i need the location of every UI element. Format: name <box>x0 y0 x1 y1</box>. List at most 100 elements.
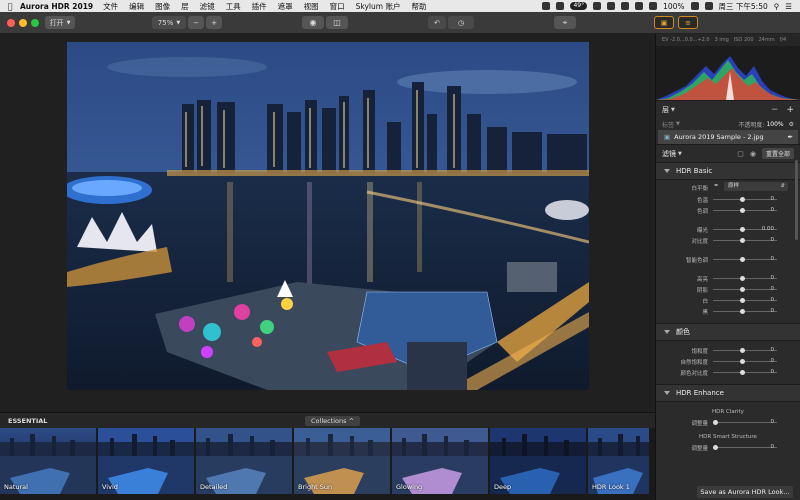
menu-view[interactable]: 视图 <box>304 1 319 12</box>
hdr-photo[interactable] <box>67 42 589 390</box>
layers-title[interactable]: 层 <box>662 105 669 115</box>
slider-track[interactable] <box>713 278 777 279</box>
crop-button[interactable]: ⌖ <box>554 16 576 29</box>
slider-track[interactable] <box>713 300 777 301</box>
collections-button[interactable]: Collections ^ <box>305 416 361 426</box>
image-canvas[interactable] <box>0 34 655 412</box>
undo-button[interactable]: ↶ <box>428 16 446 29</box>
slider-knob[interactable] <box>740 208 745 213</box>
menu-tools[interactable]: 工具 <box>226 1 241 12</box>
bookmark-icon[interactable]: ▢ <box>737 150 744 158</box>
chevron-down-icon[interactable]: ▼ <box>676 121 680 127</box>
slider-track[interactable] <box>713 259 777 260</box>
slider-track[interactable] <box>713 361 777 362</box>
slider-highlights[interactable]: 高亮 0 <box>656 273 800 284</box>
slider-exposure[interactable]: 曝光 0.00 <box>656 224 800 235</box>
slider-track[interactable] <box>713 210 777 211</box>
status-icon[interactable] <box>593 2 602 10</box>
menu-mask[interactable]: 遮罩 <box>278 1 293 12</box>
minimize-window-button[interactable] <box>19 19 27 27</box>
close-window-button[interactable] <box>7 19 15 27</box>
slider-knob[interactable] <box>740 309 745 314</box>
section-color[interactable]: 颜色 <box>656 323 800 341</box>
menu-file[interactable]: 文件 <box>103 1 118 12</box>
slider-value[interactable]: 0.00 <box>762 226 774 232</box>
open-button[interactable]: 打开 ▼ <box>45 16 75 29</box>
slider-knob[interactable] <box>740 359 745 364</box>
menu-help[interactable]: 帮助 <box>411 1 426 12</box>
slider-value[interactable]: 0 <box>771 286 775 292</box>
save-look-button[interactable]: Save as Aurora HDR Look... <box>697 486 793 498</box>
slider-knob[interactable] <box>740 370 745 375</box>
slider-value[interactable]: 0 <box>771 419 775 425</box>
preset-category[interactable]: ESSENTIAL <box>8 417 47 425</box>
slider-value[interactable]: 0 <box>771 256 775 262</box>
menu-image[interactable]: 图像 <box>155 1 170 12</box>
menu-filter[interactable]: 滤镜 <box>200 1 215 12</box>
chevron-down-icon[interactable]: ▼ <box>678 151 682 157</box>
slider-knob[interactable] <box>740 298 745 303</box>
preset-thumb-deep[interactable]: Deep <box>490 428 586 494</box>
preset-thumb-glowing[interactable]: Glowing <box>392 428 488 494</box>
status-icon[interactable] <box>621 2 630 10</box>
slider-smart-tone[interactable]: 智能色调 0 <box>656 254 800 265</box>
slider-track[interactable] <box>713 311 777 312</box>
brush-icon[interactable]: ✒ <box>788 133 793 141</box>
slider-blacks[interactable]: 黑0 <box>656 306 800 317</box>
slider-color-contrast[interactable]: 颜色对比度 0 <box>656 367 800 378</box>
status-icon[interactable] <box>556 2 565 10</box>
slider-value[interactable]: 0 <box>771 237 775 243</box>
slider-value[interactable]: 0 <box>771 369 775 375</box>
slider-value[interactable]: 0 <box>771 358 775 364</box>
slider-track[interactable] <box>713 350 777 351</box>
section-hdr-enhance[interactable]: HDR Enhance <box>656 384 800 402</box>
status-icon[interactable] <box>635 2 644 10</box>
slider-knob[interactable] <box>713 445 718 450</box>
slider-track[interactable] <box>713 289 777 290</box>
clock[interactable]: 周三 下午5:50 <box>719 1 768 12</box>
slider-knob[interactable] <box>740 348 745 353</box>
slider-vibrance[interactable]: 自然饱和度 0 <box>656 356 800 367</box>
app-menu[interactable]: Aurora HDR 2019 <box>20 2 93 11</box>
battery-percent[interactable]: 100% <box>663 2 684 11</box>
slider-value[interactable]: 0 <box>771 275 775 281</box>
slider-shadows[interactable]: 阴影 0 <box>656 284 800 295</box>
slider-value[interactable]: 0 <box>771 207 775 213</box>
history-button[interactable]: ◷ <box>448 16 474 29</box>
zoom-out-button[interactable]: − <box>188 16 204 29</box>
preset-thumb-vivid[interactable]: Vivid <box>98 428 194 494</box>
eyedropper-icon[interactable]: ✒ <box>714 183 719 189</box>
wb-select[interactable]: 原样 ⇵ <box>724 182 788 191</box>
gear-icon[interactable]: ⚙ <box>789 121 794 128</box>
chevron-down-icon[interactable]: ▼ <box>671 107 675 113</box>
slider-value[interactable]: 0 <box>771 297 775 303</box>
slider-track[interactable] <box>713 447 777 448</box>
menu-list-icon[interactable]: ☰ <box>785 2 792 11</box>
slider-value[interactable]: 0 <box>771 347 775 353</box>
slider-knob[interactable] <box>740 276 745 281</box>
slider-knob[interactable] <box>740 197 745 202</box>
layers-view-button[interactable]: ▣ <box>654 16 674 29</box>
preset-thumb-hdr-look-1[interactable]: HDR Look 1 <box>588 428 649 494</box>
layer-item[interactable]: ▣ Aurora 2019 Sample - 2.jpg ✒ <box>658 130 798 144</box>
wifi-icon[interactable] <box>649 2 658 10</box>
section-hdr-basic[interactable]: HDR Basic <box>656 162 800 180</box>
apple-icon[interactable]:  <box>0 2 20 11</box>
slider-knob[interactable] <box>740 227 745 232</box>
slider-value[interactable]: 0 <box>771 444 775 450</box>
weather-badge[interactable]: 49° <box>570 2 588 10</box>
search-icon[interactable]: ⚲ <box>774 2 780 11</box>
menu-edit[interactable]: 编辑 <box>129 1 144 12</box>
slider-knob[interactable] <box>713 420 718 425</box>
filters-title[interactable]: 滤镜 <box>662 149 676 159</box>
preset-thumb-bright-sun[interactable]: Bright Sun <box>294 428 390 494</box>
preset-thumb-natural[interactable]: Natural <box>0 428 96 494</box>
battery-icon[interactable] <box>690 2 699 10</box>
slider-contrast[interactable]: 对比度 0 <box>656 235 800 246</box>
preset-thumb-detailed[interactable]: Detailed <box>196 428 292 494</box>
status-icon[interactable] <box>542 2 551 10</box>
slider-track[interactable] <box>713 199 777 200</box>
slider-knob[interactable] <box>740 257 745 262</box>
slider-knob[interactable] <box>740 238 745 243</box>
slider-track[interactable] <box>713 372 777 373</box>
